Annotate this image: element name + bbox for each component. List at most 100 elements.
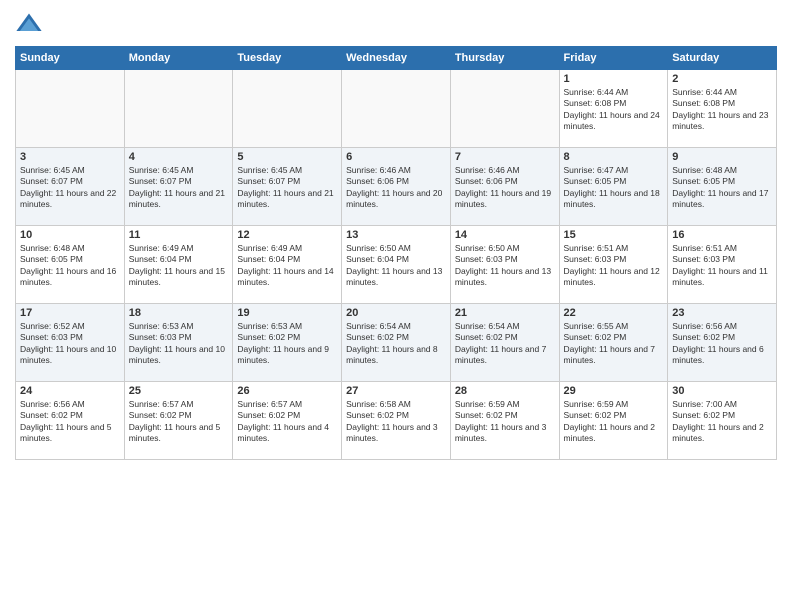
column-header-monday: Monday (124, 47, 233, 70)
calendar-cell: 6 Sunrise: 6:46 AM Sunset: 6:06 PM Daylig… (342, 148, 451, 226)
day-info: Sunrise: 6:48 AM Sunset: 6:05 PM Dayligh… (20, 243, 120, 289)
day-info: Sunrise: 6:49 AM Sunset: 6:04 PM Dayligh… (129, 243, 229, 289)
day-info: Sunrise: 6:56 AM Sunset: 6:02 PM Dayligh… (672, 321, 772, 367)
column-header-wednesday: Wednesday (342, 47, 451, 70)
column-header-thursday: Thursday (450, 47, 559, 70)
day-number: 15 (564, 229, 664, 241)
calendar-cell: 14Sunrise: 6:50 AM Sunset: 6:03 PM Dayli… (450, 226, 559, 304)
day-number: 28 (455, 385, 555, 397)
calendar-cell: 7 Sunrise: 6:46 AM Sunset: 6:06 PM Daylig… (450, 148, 559, 226)
day-number: 16 (672, 229, 772, 241)
day-number: 3 (20, 151, 120, 163)
calendar-table: SundayMondayTuesdayWednesdayThursdayFrid… (15, 46, 777, 460)
day-info: Sunrise: 6:58 AM Sunset: 6:02 PM Dayligh… (346, 399, 446, 445)
day-number: 29 (564, 385, 664, 397)
calendar-cell: 25Sunrise: 6:57 AM Sunset: 6:02 PM Dayli… (124, 382, 233, 460)
column-header-friday: Friday (559, 47, 668, 70)
calendar-cell: 4 Sunrise: 6:45 AM Sunset: 6:07 PM Daylig… (124, 148, 233, 226)
week-row-4: 17 Sunrise: 6:52 AM Sunset: 6:03 PM Dayli… (16, 304, 777, 382)
day-info: Sunrise: 6:45 AM Sunset: 6:07 PM Dayligh… (20, 165, 120, 211)
day-info: Sunrise: 6:57 AM Sunset: 6:02 PM Dayligh… (129, 399, 229, 445)
calendar-cell: 20 Sunrise: 6:54 AM Sunset: 6:02 PM Dayli… (342, 304, 451, 382)
day-number: 24 (20, 385, 120, 397)
day-number: 27 (346, 385, 446, 397)
header-row: SundayMondayTuesdayWednesdayThursdayFrid… (16, 47, 777, 70)
calendar-cell: 26 Sunrise: 6:57 AM Sunset: 6:02 PM Dayli… (233, 382, 342, 460)
calendar-cell: 19 Sunrise: 6:53 AM Sunset: 6:02 PM Dayli… (233, 304, 342, 382)
day-number: 2 (672, 73, 772, 85)
calendar-cell (124, 70, 233, 148)
calendar-cell: 15 Sunrise: 6:51 AM Sunset: 6:03 PM Dayli… (559, 226, 668, 304)
calendar-cell: 30 Sunrise: 7:00 AM Sunset: 6:02 PM Dayli… (668, 382, 777, 460)
calendar-cell: 5Sunrise: 6:45 AM Sunset: 6:07 PM Daylig… (233, 148, 342, 226)
day-info: Sunrise: 6:45 AM Sunset: 6:07 PM Dayligh… (237, 165, 337, 211)
day-info: Sunrise: 6:51 AM Sunset: 6:03 PM Dayligh… (564, 243, 664, 289)
calendar-cell: 1 Sunrise: 6:44 AM Sunset: 6:08 PM Daylig… (559, 70, 668, 148)
calendar-cell: 12Sunrise: 6:49 AM Sunset: 6:04 PM Dayli… (233, 226, 342, 304)
day-info: Sunrise: 6:52 AM Sunset: 6:03 PM Dayligh… (20, 321, 120, 367)
day-info: Sunrise: 6:46 AM Sunset: 6:06 PM Dayligh… (455, 165, 555, 211)
day-number: 11 (129, 229, 229, 241)
day-info: Sunrise: 6:59 AM Sunset: 6:02 PM Dayligh… (564, 399, 664, 445)
day-number: 8 (564, 151, 664, 163)
day-number: 6 (346, 151, 446, 163)
day-info: Sunrise: 6:57 AM Sunset: 6:02 PM Dayligh… (237, 399, 337, 445)
day-info: Sunrise: 6:47 AM Sunset: 6:05 PM Dayligh… (564, 165, 664, 211)
day-number: 19 (237, 307, 337, 319)
day-info: Sunrise: 6:54 AM Sunset: 6:02 PM Dayligh… (455, 321, 555, 367)
day-number: 20 (346, 307, 446, 319)
week-row-3: 10 Sunrise: 6:48 AM Sunset: 6:05 PM Dayli… (16, 226, 777, 304)
week-row-5: 24 Sunrise: 6:56 AM Sunset: 6:02 PM Dayli… (16, 382, 777, 460)
day-info: Sunrise: 6:44 AM Sunset: 6:08 PM Dayligh… (672, 87, 772, 133)
calendar-cell: 22 Sunrise: 6:55 AM Sunset: 6:02 PM Dayli… (559, 304, 668, 382)
day-number: 18 (129, 307, 229, 319)
calendar-cell: 10 Sunrise: 6:48 AM Sunset: 6:05 PM Dayli… (16, 226, 125, 304)
day-number: 4 (129, 151, 229, 163)
calendar-cell (342, 70, 451, 148)
calendar-cell (16, 70, 125, 148)
page: SundayMondayTuesdayWednesdayThursdayFrid… (0, 0, 792, 612)
day-number: 1 (564, 73, 664, 85)
day-info: Sunrise: 6:51 AM Sunset: 6:03 PM Dayligh… (672, 243, 772, 289)
calendar-cell (233, 70, 342, 148)
calendar-cell: 3 Sunrise: 6:45 AM Sunset: 6:07 PM Daylig… (16, 148, 125, 226)
day-info: Sunrise: 6:44 AM Sunset: 6:08 PM Dayligh… (564, 87, 664, 133)
day-info: Sunrise: 6:46 AM Sunset: 6:06 PM Dayligh… (346, 165, 446, 211)
column-header-saturday: Saturday (668, 47, 777, 70)
calendar-cell: 23 Sunrise: 6:56 AM Sunset: 6:02 PM Dayli… (668, 304, 777, 382)
day-info: Sunrise: 6:48 AM Sunset: 6:05 PM Dayligh… (672, 165, 772, 211)
calendar-cell: 28Sunrise: 6:59 AM Sunset: 6:02 PM Dayli… (450, 382, 559, 460)
day-number: 26 (237, 385, 337, 397)
day-info: Sunrise: 6:54 AM Sunset: 6:02 PM Dayligh… (346, 321, 446, 367)
header (15, 10, 777, 38)
week-row-2: 3 Sunrise: 6:45 AM Sunset: 6:07 PM Daylig… (16, 148, 777, 226)
column-header-sunday: Sunday (16, 47, 125, 70)
calendar-cell: 17 Sunrise: 6:52 AM Sunset: 6:03 PM Dayli… (16, 304, 125, 382)
calendar-cell: 8 Sunrise: 6:47 AM Sunset: 6:05 PM Daylig… (559, 148, 668, 226)
day-number: 17 (20, 307, 120, 319)
day-number: 22 (564, 307, 664, 319)
day-info: Sunrise: 6:53 AM Sunset: 6:02 PM Dayligh… (237, 321, 337, 367)
day-number: 10 (20, 229, 120, 241)
calendar-cell: 18Sunrise: 6:53 AM Sunset: 6:03 PM Dayli… (124, 304, 233, 382)
day-number: 14 (455, 229, 555, 241)
day-number: 30 (672, 385, 772, 397)
day-number: 12 (237, 229, 337, 241)
calendar-cell: 24 Sunrise: 6:56 AM Sunset: 6:02 PM Dayli… (16, 382, 125, 460)
calendar-cell: 13Sunrise: 6:50 AM Sunset: 6:04 PM Dayli… (342, 226, 451, 304)
calendar-cell: 11 Sunrise: 6:49 AM Sunset: 6:04 PM Dayli… (124, 226, 233, 304)
calendar-cell: 16 Sunrise: 6:51 AM Sunset: 6:03 PM Dayli… (668, 226, 777, 304)
day-info: Sunrise: 6:55 AM Sunset: 6:02 PM Dayligh… (564, 321, 664, 367)
calendar-cell: 9Sunrise: 6:48 AM Sunset: 6:05 PM Daylig… (668, 148, 777, 226)
day-info: Sunrise: 6:56 AM Sunset: 6:02 PM Dayligh… (20, 399, 120, 445)
calendar-cell (450, 70, 559, 148)
calendar-cell: 27 Sunrise: 6:58 AM Sunset: 6:02 PM Dayli… (342, 382, 451, 460)
column-header-tuesday: Tuesday (233, 47, 342, 70)
day-number: 23 (672, 307, 772, 319)
day-info: Sunrise: 7:00 AM Sunset: 6:02 PM Dayligh… (672, 399, 772, 445)
day-info: Sunrise: 6:45 AM Sunset: 6:07 PM Dayligh… (129, 165, 229, 211)
calendar-cell: 21Sunrise: 6:54 AM Sunset: 6:02 PM Dayli… (450, 304, 559, 382)
logo (15, 10, 47, 38)
calendar-cell: 2 Sunrise: 6:44 AM Sunset: 6:08 PM Daylig… (668, 70, 777, 148)
day-number: 7 (455, 151, 555, 163)
